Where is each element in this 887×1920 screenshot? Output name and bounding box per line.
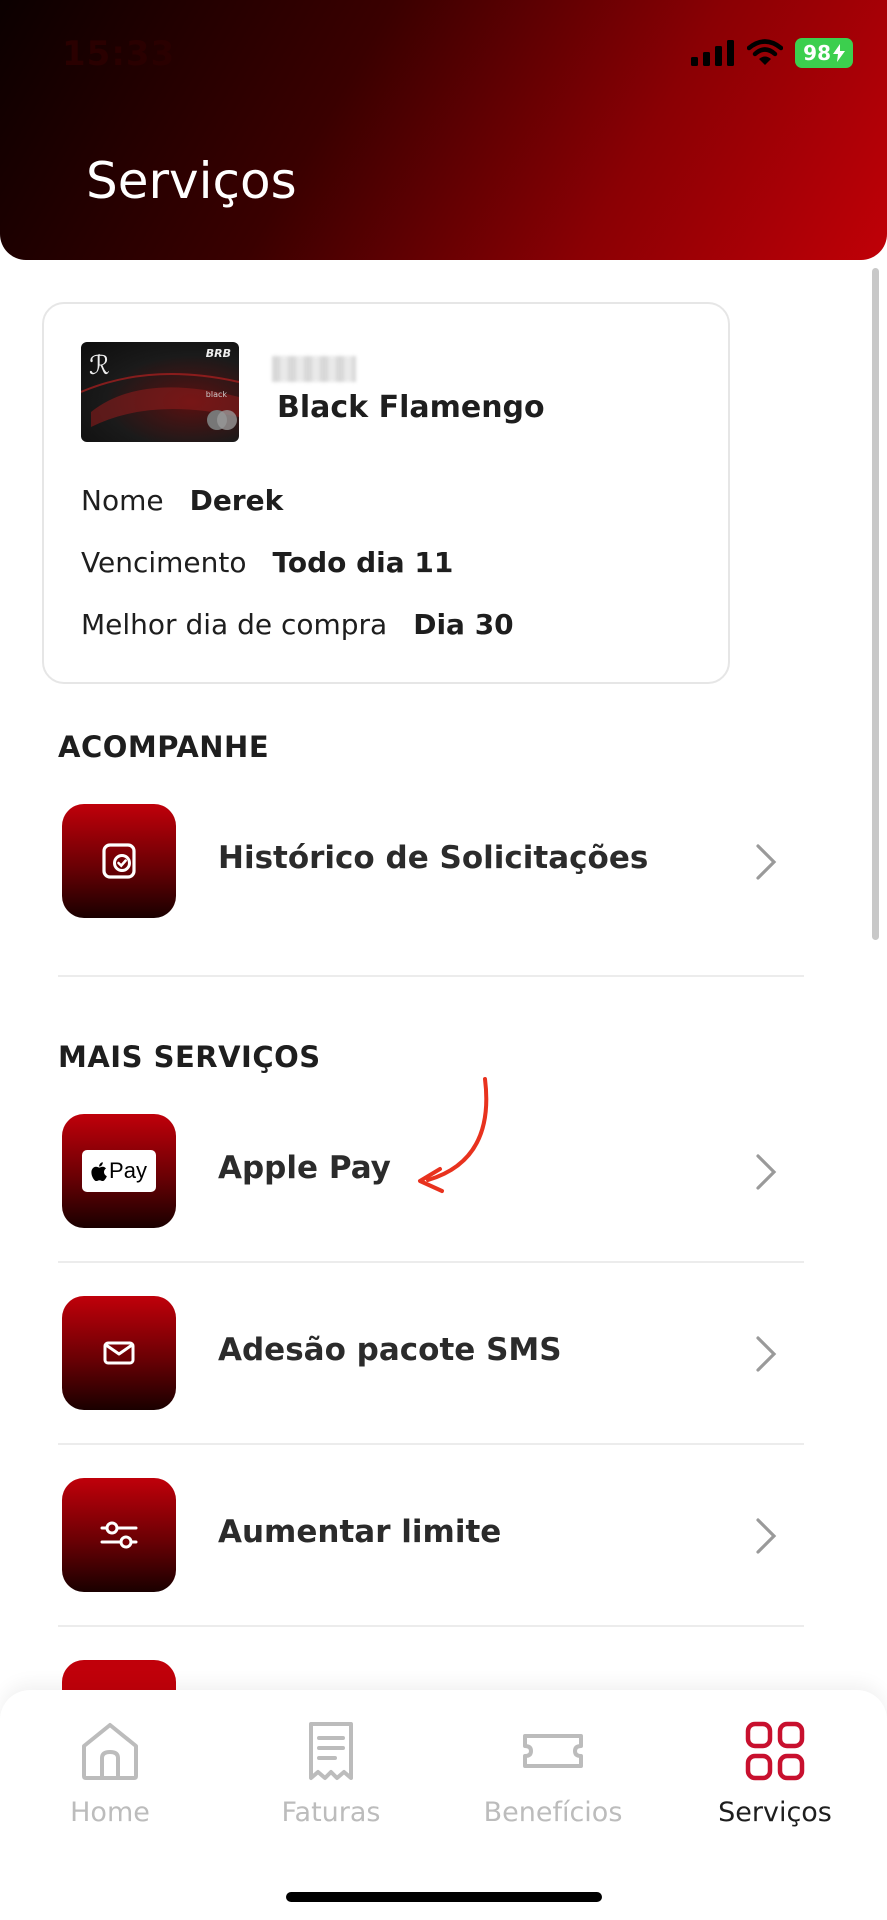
page-title: Serviços [86,152,297,210]
info-label: Nome [81,484,164,517]
home-indicator[interactable] [286,1892,602,1902]
scrollbar[interactable] [872,268,879,940]
receipt-icon [309,1722,353,1780]
card-info-box: ℛ BRB black Black Flamengo Nome Derek Ven… [42,302,730,684]
chevron-right-icon [756,1336,777,1372]
section-divider [58,975,804,977]
grid-icon [745,1721,805,1781]
nav-servicos[interactable]: Serviços [675,1720,875,1828]
card-tier: black [205,390,227,399]
chevron-right-icon [756,844,777,880]
wifi-icon [747,39,784,65]
card-name: Black Flamengo [277,390,545,425]
service-item-sms[interactable]: Adesão pacote SMS [58,1296,804,1412]
service-item-label: Adesão pacote SMS [218,1332,562,1368]
ticket-icon [523,1734,583,1768]
nav-faturas[interactable]: Faturas [231,1720,431,1828]
info-label: Vencimento [81,546,247,579]
nav-home[interactable]: Home [10,1720,210,1828]
section-title-mais-servicos: MAIS SERVIÇOS [58,1040,321,1074]
service-item-aumentar-limite[interactable]: Aumentar limite [58,1478,804,1594]
nav-beneficios[interactable]: Benefícios [453,1720,653,1828]
card-brand: BRB [205,347,231,360]
nav-label: Faturas [281,1797,381,1828]
item-divider [58,1261,804,1263]
status-time: 15:33 [62,34,176,74]
home-icon [82,1723,138,1780]
info-value: Todo dia 11 [272,546,454,579]
bottom-nav: Home Faturas Benefícios Serviços [0,1690,887,1920]
nav-label: Serviços [718,1797,832,1828]
service-item-label: Aumentar limite [218,1514,502,1550]
apple-pay-icon: Pay [62,1114,176,1228]
item-divider [58,1443,804,1445]
nav-label: Benefícios [483,1797,623,1828]
status-icons: 98 [691,38,853,68]
service-item-label: Apple Pay [218,1150,391,1186]
info-label: Melhor dia de compra [81,608,388,641]
info-row-melhor-dia: Melhor dia de compra Dia 30 [81,608,514,641]
apple-pay-badge-text: Pay [109,1158,147,1183]
section-title-acompanhe: ACOMPANHE [58,730,270,764]
blurred-card-number [272,356,356,382]
apple-logo-icon [91,1161,107,1181]
request-history-icon [62,804,176,918]
envelope-icon [62,1296,176,1410]
charging-bolt-icon [833,44,845,62]
club-crest-icon: ℛ [89,351,110,381]
header: 15:33 98 Serviços [0,0,887,260]
service-item-label: Histórico de Solicitações [218,840,649,876]
info-value: Derek [189,484,284,517]
apple-pay-badge: Pay [82,1150,156,1192]
info-value: Dia 30 [413,608,514,641]
nav-label: Home [70,1797,150,1828]
sliders-icon [62,1478,176,1592]
info-row-nome: Nome Derek [81,484,283,517]
battery-indicator: 98 [795,38,853,68]
chevron-right-icon [756,1518,777,1554]
info-row-vencimento: Vencimento Todo dia 11 [81,546,453,579]
annotation-arrow-icon [418,1077,489,1193]
item-divider [58,1625,804,1627]
battery-level: 98 [803,41,831,65]
chevron-right-icon [756,1154,777,1190]
service-item-historico[interactable]: Histórico de Solicitações [58,804,804,920]
cellular-signal-icon [691,40,735,66]
credit-card-image: ℛ BRB black [81,342,239,442]
